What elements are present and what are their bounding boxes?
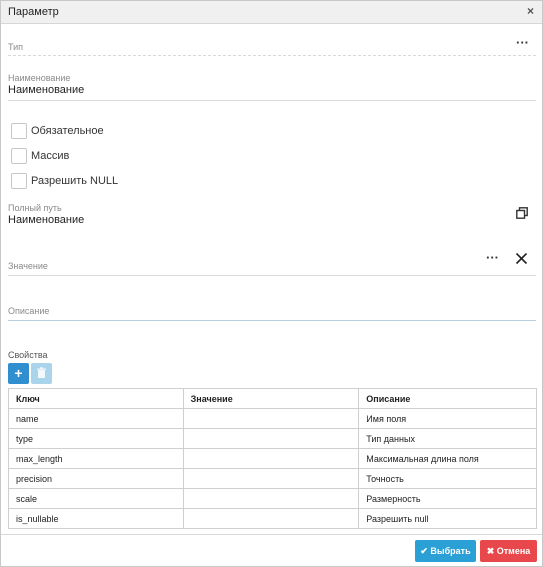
checkbox-required-label: Обязательное: [31, 125, 104, 137]
value-select-button[interactable]: ···: [486, 251, 499, 264]
table-row[interactable]: type Тип данных: [8, 428, 537, 449]
full-path-value: Наименование: [8, 214, 85, 226]
value-field-label: Значение: [8, 261, 48, 271]
cell-description[interactable]: Тип данных: [358, 428, 537, 449]
type-field-underline: [8, 55, 536, 56]
cell-key[interactable]: precision: [8, 468, 184, 489]
name-field-input[interactable]: Наименование: [8, 84, 84, 96]
cell-value[interactable]: [182, 468, 360, 489]
cancel-button-label: Отмена: [496, 546, 531, 556]
cell-description[interactable]: Разрешить null: [358, 508, 537, 529]
select-button[interactable]: ✔ Выбрать: [415, 540, 476, 562]
checkbox-allow-null-label: Разрешить NULL: [31, 175, 119, 187]
cancel-button[interactable]: ✖ Отмена: [480, 540, 537, 562]
close-icon[interactable]: [515, 252, 528, 265]
table-header-row: Ключ Значение Описание: [8, 388, 537, 409]
column-header-description[interactable]: Описание: [358, 388, 537, 409]
cell-key[interactable]: name: [8, 408, 184, 429]
footer-divider: [1, 534, 542, 535]
type-field-label: Тип: [8, 42, 24, 52]
trash-icon: [37, 367, 46, 378]
full-path-label: Полный путь: [8, 203, 62, 213]
cell-description[interactable]: Имя поля: [358, 408, 537, 429]
checkbox-required-box[interactable]: [11, 123, 27, 139]
cell-value[interactable]: [182, 508, 360, 529]
value-field-underline: [8, 275, 536, 276]
cell-value[interactable]: [182, 428, 360, 449]
table-row[interactable]: scale Размерность: [8, 488, 537, 509]
cell-key[interactable]: is_nullable: [8, 508, 184, 529]
type-select-button[interactable]: ···: [516, 36, 529, 49]
close-icon[interactable]: ×: [527, 4, 534, 18]
parameter-dialog: Параметр × Тип ··· Наименование Наименов…: [0, 0, 543, 567]
cell-value[interactable]: [182, 448, 360, 469]
cell-description[interactable]: Максимальная длина поля: [358, 448, 537, 469]
checkbox-array-label: Массив: [31, 150, 70, 162]
checkbox-allow-null-box[interactable]: [11, 173, 27, 189]
column-header-key[interactable]: Ключ: [8, 388, 184, 409]
table-row[interactable]: precision Точность: [8, 468, 537, 489]
copy-icon[interactable]: [516, 207, 528, 219]
properties-table: Ключ Значение Описание name Имя поля typ…: [8, 388, 537, 529]
cell-description[interactable]: Точность: [358, 468, 537, 489]
add-property-button[interactable]: +: [8, 363, 29, 384]
dialog-titlebar: Параметр ×: [1, 1, 542, 24]
delete-property-button[interactable]: [31, 363, 52, 384]
table-row[interactable]: max_length Максимальная длина поля: [8, 448, 537, 469]
checkbox-array-box[interactable]: [11, 148, 27, 164]
description-field-underline: [8, 320, 536, 321]
cell-key[interactable]: scale: [8, 488, 184, 509]
name-field-label: Наименование: [8, 73, 71, 83]
select-button-label: Выбрать: [430, 546, 471, 556]
x-icon: ✖: [486, 546, 495, 556]
description-field-label: Описание: [8, 306, 50, 316]
column-header-value[interactable]: Значение: [182, 388, 360, 409]
properties-label: Свойства: [8, 350, 48, 360]
cell-key[interactable]: max_length: [8, 448, 184, 469]
table-row[interactable]: is_nullable Разрешить null: [8, 508, 537, 529]
table-row[interactable]: name Имя поля: [8, 408, 537, 429]
name-field-underline: [8, 100, 536, 101]
cell-value[interactable]: [182, 408, 360, 429]
cell-key[interactable]: type: [8, 428, 184, 449]
check-icon: ✔: [420, 546, 428, 556]
cell-value[interactable]: [182, 488, 360, 509]
cell-description[interactable]: Размерность: [358, 488, 537, 509]
dialog-title: Параметр: [8, 6, 59, 18]
